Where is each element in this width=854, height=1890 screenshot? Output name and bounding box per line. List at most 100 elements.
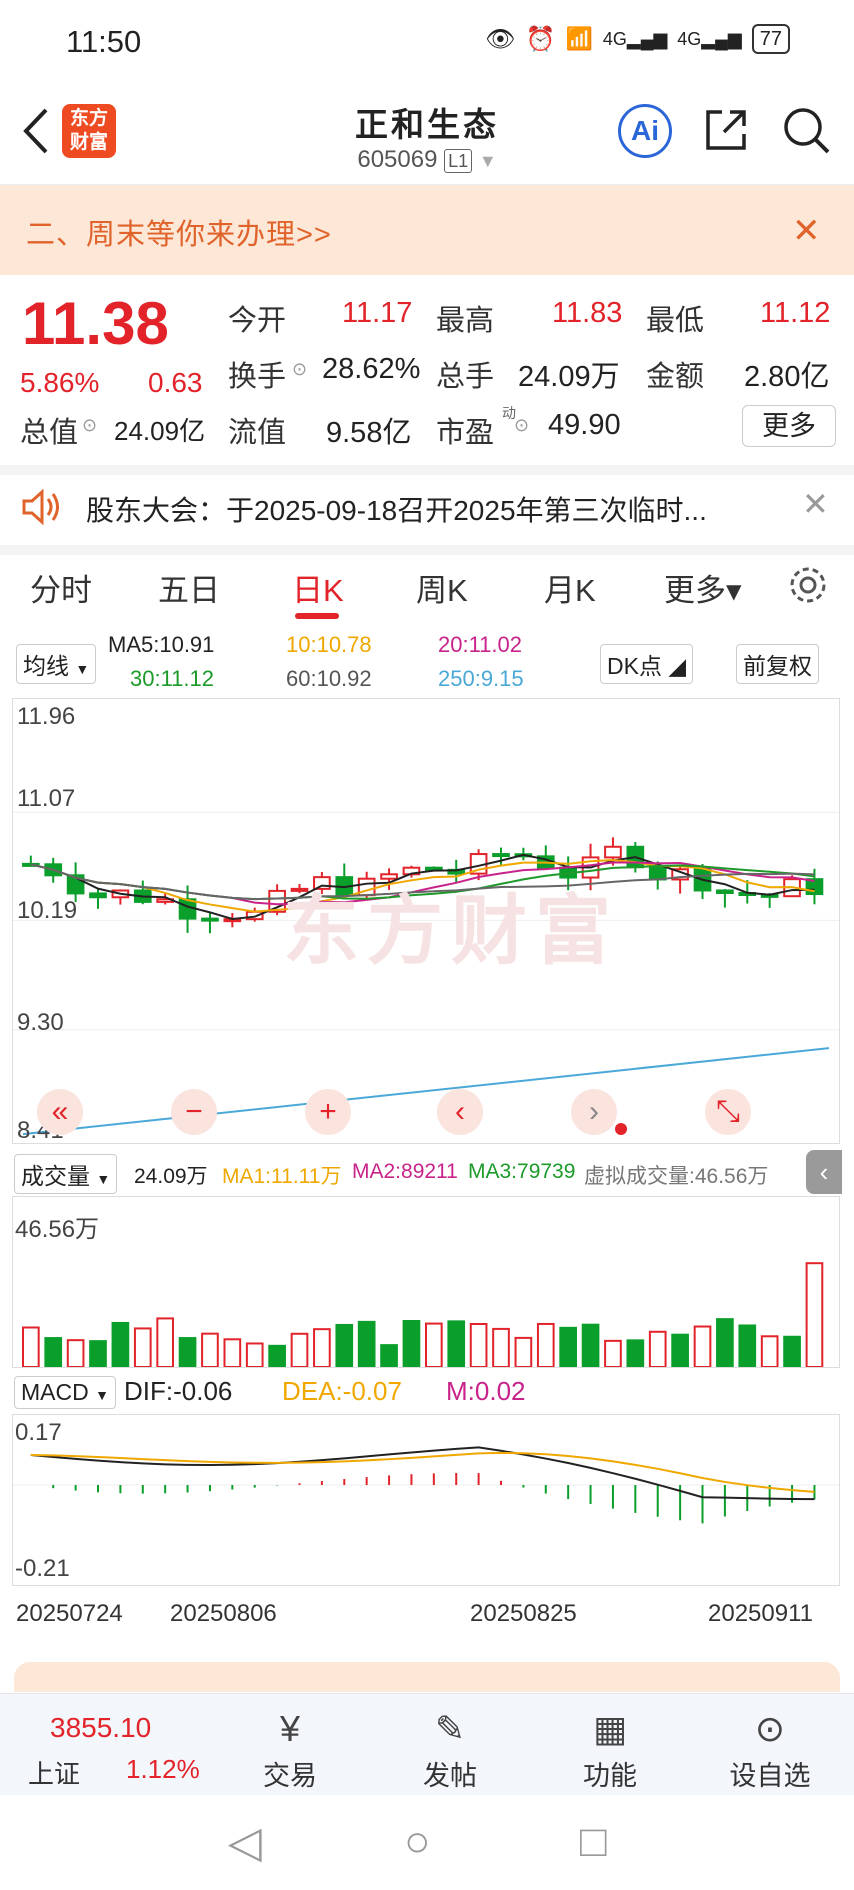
macd-selector[interactable]: MACD ▼ [14, 1376, 116, 1409]
volume-bar [693, 1325, 712, 1368]
header: 东方 财富 正和生态 605069 L1 ▼ Ai [0, 84, 854, 185]
volume-bar [559, 1326, 578, 1368]
tab-intraday[interactable]: 分时 [30, 565, 92, 610]
date-label-2: 20250806 [170, 1600, 277, 1627]
notice-bar[interactable]: 股东大会：于2025-09-18召开2025年第三次临时... ✕ [0, 475, 854, 555]
volume-bar [402, 1320, 421, 1368]
collapse-panel-button[interactable]: ‹ [806, 1150, 842, 1194]
tab-daily-k[interactable]: 日K [292, 565, 344, 610]
nav-post-label: 发帖 [423, 1761, 477, 1791]
index-pct: 1.12% [126, 1754, 200, 1784]
high-value: 11.83 [552, 297, 623, 329]
volume-bar [133, 1327, 152, 1368]
pe-label: 市盈 [436, 417, 495, 449]
back-triangle-icon[interactable]: ◁ [228, 1817, 262, 1868]
search-icon [784, 108, 830, 154]
date-label-4: 20250911 [708, 1600, 813, 1627]
ai-button[interactable]: Ai [618, 104, 672, 158]
info-icon[interactable]: ⊙ [292, 359, 307, 380]
candle-body [89, 892, 107, 899]
dk-point-label: DK点 [607, 653, 662, 679]
candle-body [805, 878, 824, 896]
ma60-label: 60:10.92 [286, 666, 372, 691]
volume-bar [245, 1342, 264, 1368]
signal-4g-icon: 4G▂▄▆ [602, 28, 668, 49]
volume-bar [89, 1340, 107, 1368]
nav-functions[interactable]: ▦ 功能 [550, 1708, 670, 1793]
zoom-in-button[interactable]: + [305, 1089, 351, 1135]
system-nav: ◁ ○ □ [0, 1795, 854, 1890]
close-icon[interactable]: ✕ [802, 485, 829, 523]
volume-bar [66, 1339, 85, 1369]
more-dots-icon: ⊙ [754, 1708, 786, 1749]
dk-point-button[interactable]: DK点 ◢ [600, 644, 694, 684]
volume-selector-label: 成交量 [21, 1163, 90, 1189]
kline-chart[interactable]: 东方财富 11.96 11.07 10.19 9.30 8.41 « − + ‹… [12, 698, 840, 1144]
macd-dea: DEA:-0.07 [282, 1376, 402, 1406]
adjust-mode-button[interactable]: 前复权 [736, 644, 819, 684]
macd-chart: 0.17 -0.21 [12, 1414, 840, 1586]
volume-bar [492, 1327, 510, 1369]
home-circle-icon[interactable]: ○ [404, 1817, 431, 1867]
last-price: 11.38 [22, 290, 169, 357]
recents-square-icon[interactable]: □ [580, 1817, 607, 1867]
dea-line [30, 1451, 815, 1493]
nav-trade[interactable]: ¥ 交易 [230, 1708, 350, 1793]
change-pct: 5.86% [20, 367, 100, 398]
volume-bar [716, 1318, 734, 1368]
tab-weekly-k[interactable]: 周K [416, 565, 468, 610]
volume-bar [313, 1328, 331, 1368]
dif-line [30, 1446, 815, 1501]
tab-more[interactable]: 更多▾ [664, 565, 742, 610]
speaker-icon [20, 487, 64, 532]
scroll-far-left-button[interactable]: « [37, 1089, 83, 1135]
nav-trade-label: 交易 [263, 1761, 317, 1791]
wifi-icon: 📶 [565, 26, 593, 51]
caret-down-icon: ▼ [96, 1171, 111, 1187]
volume-bar [760, 1335, 779, 1369]
tab-5day[interactable]: 五日 [158, 565, 220, 610]
ma10-label: 10:10.78 [286, 632, 372, 657]
index-value[interactable]: 3855.10 [50, 1712, 151, 1744]
fullscreen-button[interactable]: ⤡ [705, 1089, 751, 1135]
volume-bar [335, 1323, 354, 1368]
high-label: 最高 [436, 305, 495, 337]
volume-selector[interactable]: 成交量 ▼ [14, 1154, 118, 1194]
more-quote-button[interactable]: 更多 [742, 405, 836, 447]
share-button[interactable] [702, 106, 750, 159]
bottom-nav: 3855.10 上证 1.12% ¥ 交易 ✎ 发帖 ▦ 功能 ⊙ 设自选 [0, 1693, 854, 1796]
volume-bar [380, 1344, 398, 1368]
info-icon[interactable]: ⊙ [514, 415, 529, 436]
caret-down-icon: ▼ [75, 661, 90, 677]
scroll-right-button[interactable]: › [571, 1089, 617, 1135]
close-icon[interactable]: ✕ [792, 211, 821, 251]
tab-monthly-k[interactable]: 月K [544, 565, 596, 610]
nav-post[interactable]: ✎ 发帖 [390, 1708, 510, 1793]
info-icon[interactable]: ⊙ [82, 415, 97, 436]
banner-text: 二、周末等你来办理>> [26, 219, 332, 251]
volume-bar [201, 1332, 219, 1369]
promo-banner[interactable]: 二、周末等你来办理>> ✕ [0, 185, 854, 275]
level-badge: L1 [444, 149, 473, 173]
volume-bar [469, 1323, 488, 1368]
volume-bar [357, 1320, 376, 1368]
indicator-selector[interactable]: 均线 ▼ [16, 644, 97, 684]
macd-y-bottom: -0.21 [15, 1555, 70, 1582]
settings-button[interactable] [786, 563, 830, 612]
stock-code: 605069 [357, 146, 438, 173]
notice-text: 股东大会：于2025-09-18召开2025年第三次临时... [86, 495, 707, 526]
status-icons: 👁 ⏰ 📶 4G▂▄▆ 4G▂▄▆ 77 [485, 24, 790, 54]
volume-bar [805, 1262, 824, 1368]
nav-add-watchlist[interactable]: ⊙ 设自选 [710, 1708, 830, 1793]
open-value: 11.17 [342, 297, 413, 329]
grid-icon: ▦ [592, 1708, 627, 1749]
pe-value: 49.90 [548, 409, 621, 441]
vol-ma3: MA3:79739 [468, 1160, 576, 1183]
zoom-out-button[interactable]: − [171, 1089, 217, 1135]
search-button[interactable] [782, 106, 832, 161]
volume-bar [44, 1337, 63, 1369]
mktcap-value: 24.09亿 [114, 416, 206, 446]
float-label: 流值 [228, 417, 287, 449]
caret-down-icon: ▼ [95, 1387, 109, 1403]
scroll-left-button[interactable]: ‹ [437, 1089, 483, 1135]
